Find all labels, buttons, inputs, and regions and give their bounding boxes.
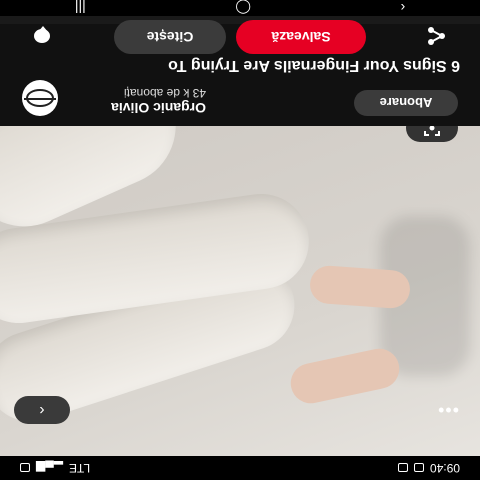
status-time: 09:40 [429, 461, 460, 475]
signal-text: LTE [68, 461, 91, 475]
share-glyph [428, 27, 445, 45]
more-options-icon[interactable]: ••• [434, 400, 462, 421]
comment-icon[interactable] [28, 22, 56, 50]
app-screen: 09:40 LTE ▂▄▆ ••• ‹ Abonare Organic Oliv… [0, 0, 480, 480]
pin-action-bar: Salvează Citește [0, 16, 480, 56]
share-icon[interactable] [422, 22, 450, 50]
nav-recent-button[interactable]: ||| [75, 0, 86, 16]
signal-icon: ▂▄▆ [36, 461, 63, 475]
nav-back-button[interactable]: ‹ [401, 0, 406, 16]
brand-logo-icon [26, 89, 54, 107]
lens-glyph [424, 126, 440, 136]
channel-subscribers: 43 k de abonați [123, 86, 206, 100]
image-icon [397, 463, 408, 473]
read-button[interactable]: Citește [114, 20, 226, 54]
notification-icon [413, 463, 424, 473]
pin-title: 6 Signs Your Fingernails Are Trying To [168, 57, 460, 74]
battery-icon [20, 463, 30, 473]
nav-home-button[interactable]: ◯ [235, 0, 251, 17]
pin-image[interactable]: ••• ‹ [0, 126, 480, 456]
subscribe-button[interactable]: Abonare [354, 90, 458, 116]
system-nav-bar: ‹ ◯ ||| [0, 0, 480, 17]
hand-shape [287, 345, 403, 407]
channel-avatar[interactable] [22, 80, 58, 116]
channel-name[interactable]: Organic Olivia [66, 100, 206, 116]
back-button[interactable]: ‹ [14, 396, 70, 424]
status-bar: 09:40 LTE ▂▄▆ [0, 456, 480, 480]
comment-glyph [34, 29, 50, 43]
hand-shape [308, 264, 412, 310]
save-button[interactable]: Salvează [236, 20, 366, 54]
lens-icon[interactable] [406, 126, 458, 142]
